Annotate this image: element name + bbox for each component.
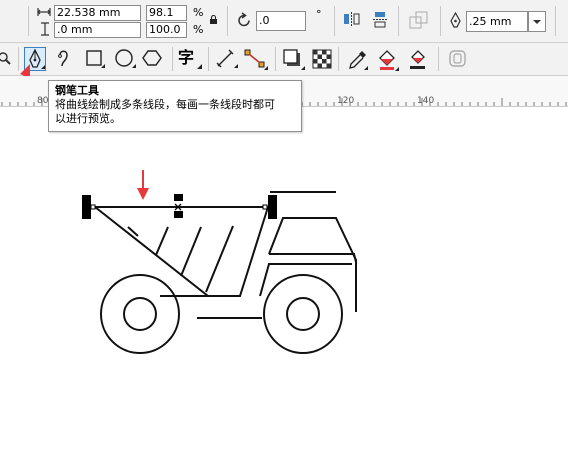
rectangle-tool-icon[interactable] bbox=[85, 49, 105, 69]
text-tool-button[interactable]: 字 bbox=[178, 48, 202, 70]
rotate-icon bbox=[238, 12, 250, 27]
ellipse-tool-icon[interactable] bbox=[114, 49, 136, 69]
node-end bbox=[262, 204, 268, 210]
lock-ratio-icon[interactable] bbox=[209, 15, 218, 25]
cab-lower bbox=[259, 263, 352, 297]
cab-top bbox=[269, 253, 357, 263]
transform-objects-icon[interactable] bbox=[409, 11, 428, 30]
ruler-label: 120 bbox=[337, 96, 355, 106]
eyedropper-tool-icon[interactable] bbox=[348, 49, 368, 71]
dump-bed-outline bbox=[94, 206, 269, 297]
separator bbox=[275, 47, 276, 71]
separator bbox=[208, 47, 209, 71]
bed-stripe-3 bbox=[180, 226, 202, 277]
text-tool-icon: 字 bbox=[178, 48, 195, 67]
scale-y-field[interactable] bbox=[146, 22, 187, 38]
separator bbox=[438, 47, 439, 71]
tooltip-title: 钢笔工具 bbox=[55, 84, 99, 97]
connector-tool-icon[interactable] bbox=[244, 49, 268, 71]
degree-symbol: ° bbox=[316, 8, 322, 21]
separator bbox=[227, 6, 228, 36]
drawing-canvas[interactable] bbox=[0, 107, 568, 456]
outline-pen-icon bbox=[450, 12, 461, 28]
ruler-label: 140 bbox=[417, 96, 435, 106]
front-wheel bbox=[263, 274, 343, 354]
separator bbox=[338, 47, 339, 71]
drop-shadow-tool-icon[interactable] bbox=[283, 49, 305, 71]
property-bar: % % ° bbox=[0, 0, 568, 43]
separator bbox=[172, 47, 173, 71]
separator bbox=[440, 6, 441, 36]
width-icon bbox=[37, 8, 51, 16]
separator bbox=[28, 6, 29, 36]
ruler-label: 80 bbox=[37, 96, 49, 106]
height-icon bbox=[41, 22, 49, 36]
segment-end-handle-left bbox=[82, 195, 91, 219]
outline-tool-icon[interactable] bbox=[448, 49, 468, 69]
rotation-angle-field[interactable] bbox=[256, 11, 306, 31]
percent-label-y: % bbox=[193, 23, 204, 36]
outline-width-dropdown[interactable] bbox=[528, 11, 546, 32]
segment-node-handle-bottom bbox=[174, 211, 183, 218]
object-height-field[interactable] bbox=[54, 22, 141, 38]
rear-wheel bbox=[100, 274, 180, 354]
separator bbox=[398, 6, 399, 36]
dump-truck-drawing bbox=[94, 191, 357, 354]
transparency-tool-icon[interactable] bbox=[312, 49, 332, 69]
separator bbox=[555, 6, 556, 36]
segment-node-handle-top bbox=[174, 194, 183, 201]
front-hub bbox=[286, 297, 320, 331]
scale-x-field[interactable] bbox=[146, 5, 187, 21]
separator bbox=[334, 6, 335, 36]
dimension-tool-icon[interactable] bbox=[216, 49, 238, 69]
rear-hub bbox=[123, 297, 157, 331]
percent-label-x: % bbox=[193, 6, 204, 19]
bed-stripe-4 bbox=[205, 225, 234, 293]
smart-fill-tool-icon[interactable] bbox=[407, 48, 429, 72]
bspline-tool-icon[interactable] bbox=[56, 49, 74, 69]
interactive-fill-tool-icon[interactable] bbox=[377, 48, 399, 72]
mirror-vertical-icon[interactable] bbox=[372, 11, 389, 28]
object-width-field[interactable] bbox=[54, 5, 141, 21]
chevron-down-icon bbox=[533, 20, 541, 24]
canvas-annotation-arrowhead bbox=[137, 188, 149, 200]
mirror-horizontal-icon[interactable] bbox=[343, 11, 360, 28]
segment-end-handle-right bbox=[268, 195, 277, 219]
polygon-tool-icon[interactable] bbox=[142, 49, 164, 69]
bed-stripe-2 bbox=[155, 226, 169, 256]
toolbox: 字 bbox=[0, 43, 568, 76]
outline-width-field[interactable] bbox=[466, 11, 528, 32]
node-start bbox=[90, 204, 96, 210]
flyout-indicator bbox=[197, 64, 202, 69]
